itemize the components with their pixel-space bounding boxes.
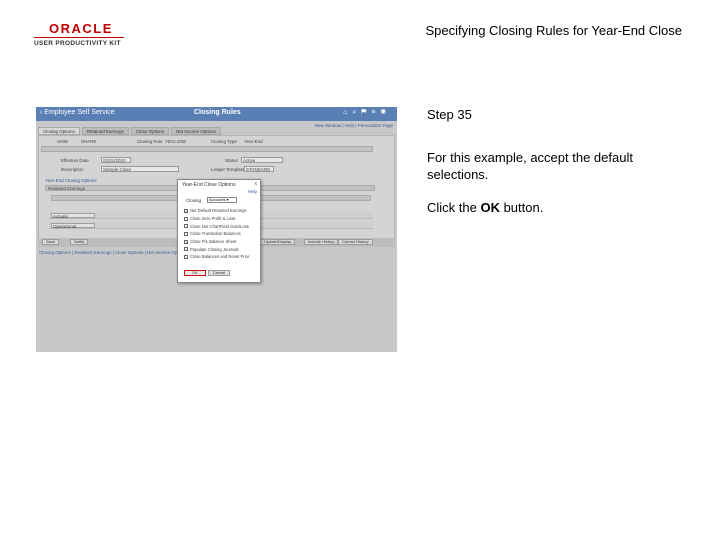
option-label: Close Zero Profit & Loss xyxy=(190,216,236,222)
modal-title: Year-End Close Options xyxy=(182,182,236,188)
option-item[interactable]: ✓ Net Default Retained Earnings xyxy=(184,207,260,215)
app-topbar: ‹ Employee Self Service Closing Rules ⌂⌕… xyxy=(36,107,397,121)
action-instruction: Click the OK button. xyxy=(427,200,544,215)
checkbox[interactable] xyxy=(184,247,188,252)
tab-close-options[interactable]: Close Options xyxy=(130,127,170,135)
closing-rule-value: YECLOSE xyxy=(165,139,187,144)
status-label: Status xyxy=(225,158,238,163)
cancel-button[interactable]: Cancel xyxy=(208,270,230,276)
option-label: Close Translation Balances xyxy=(190,231,241,237)
ok-emphasis: OK xyxy=(480,200,500,215)
back-link[interactable]: ‹ Employee Self Service xyxy=(40,109,115,116)
checkbox[interactable] xyxy=(184,254,188,259)
flag-icon[interactable]: ⚑ xyxy=(361,109,371,116)
tab-closing-options[interactable]: Closing Options xyxy=(38,127,80,135)
logo-brand: ORACLE xyxy=(49,21,113,36)
topbar-icons: ⌂⌕⚑≡◉ xyxy=(343,109,391,117)
option-label: Close Not ChartField Gain/Loss xyxy=(190,223,249,229)
oracle-upk-logo: ORACLE USER PRODUCTIVITY KIT xyxy=(34,22,124,47)
ledger-template-label: Ledger Template xyxy=(211,167,245,172)
checkbox-checked[interactable]: ✓ xyxy=(184,208,188,213)
step-number: Step 35 xyxy=(427,107,472,122)
application-screenshot: ‹ Employee Self Service Closing Rules ⌂⌕… xyxy=(36,107,397,352)
ok-button[interactable]: OK xyxy=(184,270,206,276)
option-label: Close Balances and Reset Prior xyxy=(190,254,250,260)
checkbox[interactable] xyxy=(184,216,188,221)
home-icon[interactable]: ⌂ xyxy=(343,109,352,116)
option-item[interactable]: Close Not ChartField Gain/Loss xyxy=(184,222,260,230)
closing-type-value: Year-End xyxy=(244,139,263,144)
tab-net-income[interactable]: Net Income Options xyxy=(171,127,221,135)
compass-icon[interactable]: ◉ xyxy=(380,109,391,116)
bottom-links[interactable]: Closing Options | Retained Earnings | Cl… xyxy=(39,250,187,255)
option-item[interactable]: Close Translation Balances xyxy=(184,230,260,238)
option-item[interactable]: ✓ Close P/L Balance Sheet xyxy=(184,238,260,246)
setid-value: SHARE xyxy=(81,139,97,144)
option-item[interactable]: Close Balances and Reset Prior xyxy=(184,253,260,261)
checkbox[interactable] xyxy=(184,224,188,229)
description-field[interactable]: Sample Close xyxy=(101,166,179,172)
tab-retained-earnings[interactable]: Retained Earnings xyxy=(81,127,129,135)
instruction-text: For this example, accept the default sel… xyxy=(427,150,633,182)
options-checklist: ✓ Net Default Retained Earnings Close Zero… xyxy=(184,207,260,261)
search-icon[interactable]: ⌕ xyxy=(352,109,361,116)
option-label: Close P/L Balance Sheet xyxy=(190,239,237,245)
update-display-button[interactable]: Update/Display xyxy=(260,239,296,245)
notify-button[interactable]: Notify xyxy=(70,239,89,245)
page-links[interactable]: New Window | Help | Personalize Page xyxy=(315,123,393,128)
option-label: Populate Closing Journals xyxy=(190,246,239,252)
include-history-button[interactable]: Include History xyxy=(304,239,339,245)
description-label: Description xyxy=(61,167,84,172)
modal-help-link[interactable]: Help xyxy=(248,189,257,194)
section-label[interactable]: Year-End Closing Options xyxy=(45,178,97,183)
setid-label: SetID xyxy=(57,139,69,144)
app-page-title: Closing Rules xyxy=(194,109,241,116)
checkbox[interactable] xyxy=(184,231,188,236)
correct-history-button[interactable]: Correct History xyxy=(338,239,373,245)
checkbox-checked[interactable]: ✓ xyxy=(184,239,188,244)
option-label: Net Default Retained Earnings xyxy=(190,208,247,214)
logo-product: USER PRODUCTIVITY KIT xyxy=(34,40,121,47)
app-tabs: Closing Options Retained Earnings Close … xyxy=(38,127,221,135)
close-icon[interactable]: x xyxy=(255,181,258,187)
effective-date-field[interactable]: 01/01/2010 xyxy=(101,157,131,163)
closing-select[interactable]: Accounts ▾ xyxy=(207,197,237,203)
effective-date-label: Effective Date xyxy=(61,158,89,163)
option-item[interactable]: Populate Closing Journals xyxy=(184,245,260,253)
closing-rule-label: Closing Rule xyxy=(137,139,163,144)
document-title: Specifying Closing Rules for Year-End Cl… xyxy=(425,23,682,38)
logo-divider xyxy=(34,37,124,38)
ledger-template-field[interactable]: STANDARD xyxy=(244,166,274,172)
status-select[interactable]: Active xyxy=(241,157,283,163)
closing-select-label: Closing xyxy=(186,198,202,203)
option-item[interactable]: Close Zero Profit & Loss xyxy=(184,215,260,223)
save-button[interactable]: Save xyxy=(42,239,60,245)
closing-type-label: Closing Type xyxy=(211,139,237,144)
year-end-close-options-modal: Year-End Close Options x Help Closing Ac… xyxy=(177,179,261,283)
effective-date-bar xyxy=(41,146,373,152)
